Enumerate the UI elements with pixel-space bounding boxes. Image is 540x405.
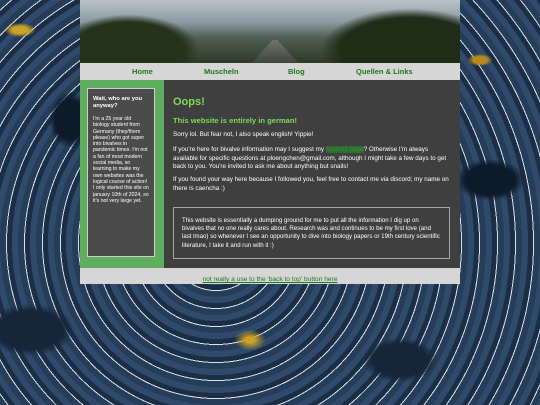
sources-page-link[interactable]: sources page [325,146,364,153]
page-title: Oops! [173,96,205,108]
banner-trees-left [80,14,200,63]
discord-paragraph: If you found your way here because I fol… [173,176,449,192]
about-text: I'm a 25 year old biology student from G… [93,116,149,204]
about-box: Wait, who are you anyway? I'm a 25 year … [87,88,155,257]
nav-link-quellen-links[interactable]: Quellen & Links [356,67,413,76]
main-content: Oops! This website is entirely in german… [164,80,460,268]
page-subtitle: This website is entirely in german! [173,116,298,125]
sources-paragraph: If you're here for bivalve information m… [173,146,453,172]
nav-link-blog[interactable]: Blog [288,67,305,76]
sources-text-before: If you're here for bivalve information m… [173,146,326,153]
footer: not really a use to the 'back to top' bu… [80,268,460,284]
top-navigation: Home Muscheln Blog Quellen & Links [80,63,460,80]
about-title: Wait, who are you anyway? [93,96,143,109]
header-banner-image [80,0,460,63]
note-box: This website is essentially a dumping gr… [173,207,450,259]
banner-trees-right [320,8,460,63]
nav-link-home[interactable]: Home [132,67,153,76]
nav-link-muscheln[interactable]: Muscheln [204,67,239,76]
banner-road [250,40,300,63]
sidebar: Wait, who are you anyway? I'm a 25 year … [80,80,164,268]
back-to-top-link[interactable]: not really a use to the 'back to top' bu… [203,276,338,283]
intro-paragraph: Sorry lol. But fear not, I also speak en… [173,131,314,138]
